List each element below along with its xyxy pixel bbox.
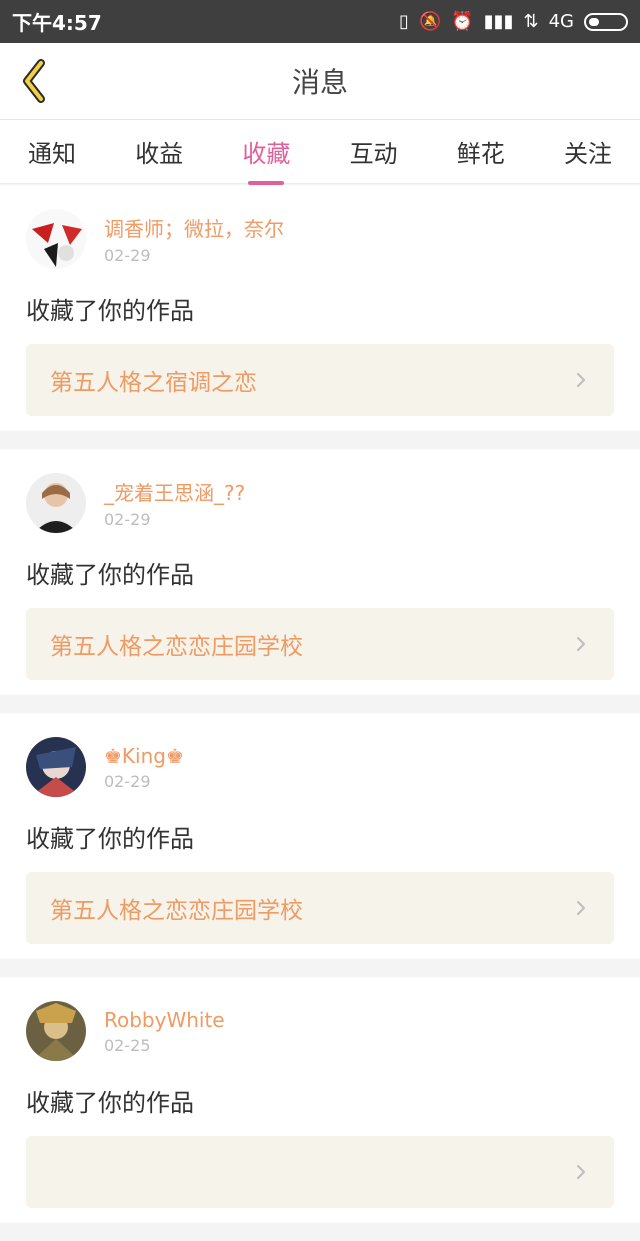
status-time: 下午4:57	[12, 11, 102, 35]
action-text: 收藏了你的作品	[26, 825, 194, 853]
item-date: 02-29	[104, 510, 151, 529]
page-title: 消息	[291, 66, 348, 99]
user-name[interactable]: _宠着王思涵_??	[104, 477, 245, 506]
work-link[interactable]: 第五人格之恋恋庄园学校	[26, 872, 614, 944]
signal-icon: ▮▮▮	[483, 11, 514, 32]
action-text: 收藏了你的作品	[26, 561, 194, 589]
tab-earnings[interactable]: 收益	[127, 124, 191, 179]
tab-bar: 通知 收益 收藏 互动 鲜花 关注	[0, 120, 640, 184]
tab-notifications[interactable]: 通知	[20, 124, 84, 179]
back-button[interactable]	[16, 57, 56, 105]
chevron-right-icon	[577, 637, 585, 651]
back-arrow-icon	[23, 59, 45, 103]
avatar[interactable]	[26, 737, 86, 797]
status-bar: 下午4:57 ▯ 🔕 ⏰ ▮▮▮ ⇅ 4G	[0, 0, 640, 43]
user-name[interactable]: RobbyWhite	[104, 1008, 225, 1032]
chevron-right-icon	[577, 1165, 585, 1179]
action-text: 收藏了你的作品	[26, 1089, 194, 1117]
tab-interactions[interactable]: 互动	[342, 124, 406, 179]
tab-follows[interactable]: 关注	[556, 124, 620, 179]
tab-flowers[interactable]: 鲜花	[449, 124, 513, 179]
vibrate-icon: ▯	[399, 11, 409, 32]
network-type: 4G	[548, 11, 574, 32]
user-name[interactable]: 调香师；微拉，奈尔	[104, 213, 284, 242]
alarm-icon: ⏰	[451, 11, 474, 32]
work-title: 第五人格之恋恋庄园学校	[50, 898, 303, 924]
avatar[interactable]	[26, 209, 86, 269]
item-date: 02-29	[104, 246, 151, 265]
list-item: 调香师；微拉，奈尔 02-29 收藏了你的作品 第五人格之宿调之恋	[0, 185, 640, 431]
list-item: RobbyWhite 02-25 收藏了你的作品	[0, 977, 640, 1223]
work-link[interactable]: 第五人格之宿调之恋	[26, 344, 614, 416]
data-transfer-icon: ⇅	[523, 11, 539, 32]
work-title: 第五人格之恋恋庄园学校	[50, 634, 303, 660]
battery-icon	[584, 12, 628, 31]
item-date: 02-29	[104, 771, 151, 791]
chevron-right-icon	[577, 901, 585, 915]
action-text: 收藏了你的作品	[26, 297, 194, 325]
chevron-right-icon	[577, 373, 585, 387]
status-icons: ▯ 🔕 ⏰ ▮▮▮ ⇅ 4G	[399, 11, 628, 32]
mute-bell-icon: 🔕	[418, 11, 442, 32]
user-name[interactable]: ♚King♚	[104, 744, 184, 768]
tab-favorites[interactable]: 收藏	[234, 124, 298, 179]
message-list: 调香师；微拉，奈尔 02-29 收藏了你的作品 第五人格之宿调之恋 _宠着王思涵…	[0, 185, 640, 1241]
list-item: _宠着王思涵_?? 02-29 收藏了你的作品 第五人格之恋恋庄园学校	[0, 449, 640, 695]
page-header: 消息	[0, 43, 640, 120]
work-link[interactable]: 第五人格之恋恋庄园学校	[26, 608, 614, 680]
avatar[interactable]	[26, 473, 86, 533]
work-title: 第五人格之宿调之恋	[50, 370, 257, 396]
avatar[interactable]	[26, 1001, 86, 1061]
item-date: 02-25	[104, 1035, 151, 1055]
work-link[interactable]	[26, 1136, 614, 1208]
list-item: ♚King♚ 02-29 收藏了你的作品 第五人格之恋恋庄园学校	[0, 713, 640, 959]
